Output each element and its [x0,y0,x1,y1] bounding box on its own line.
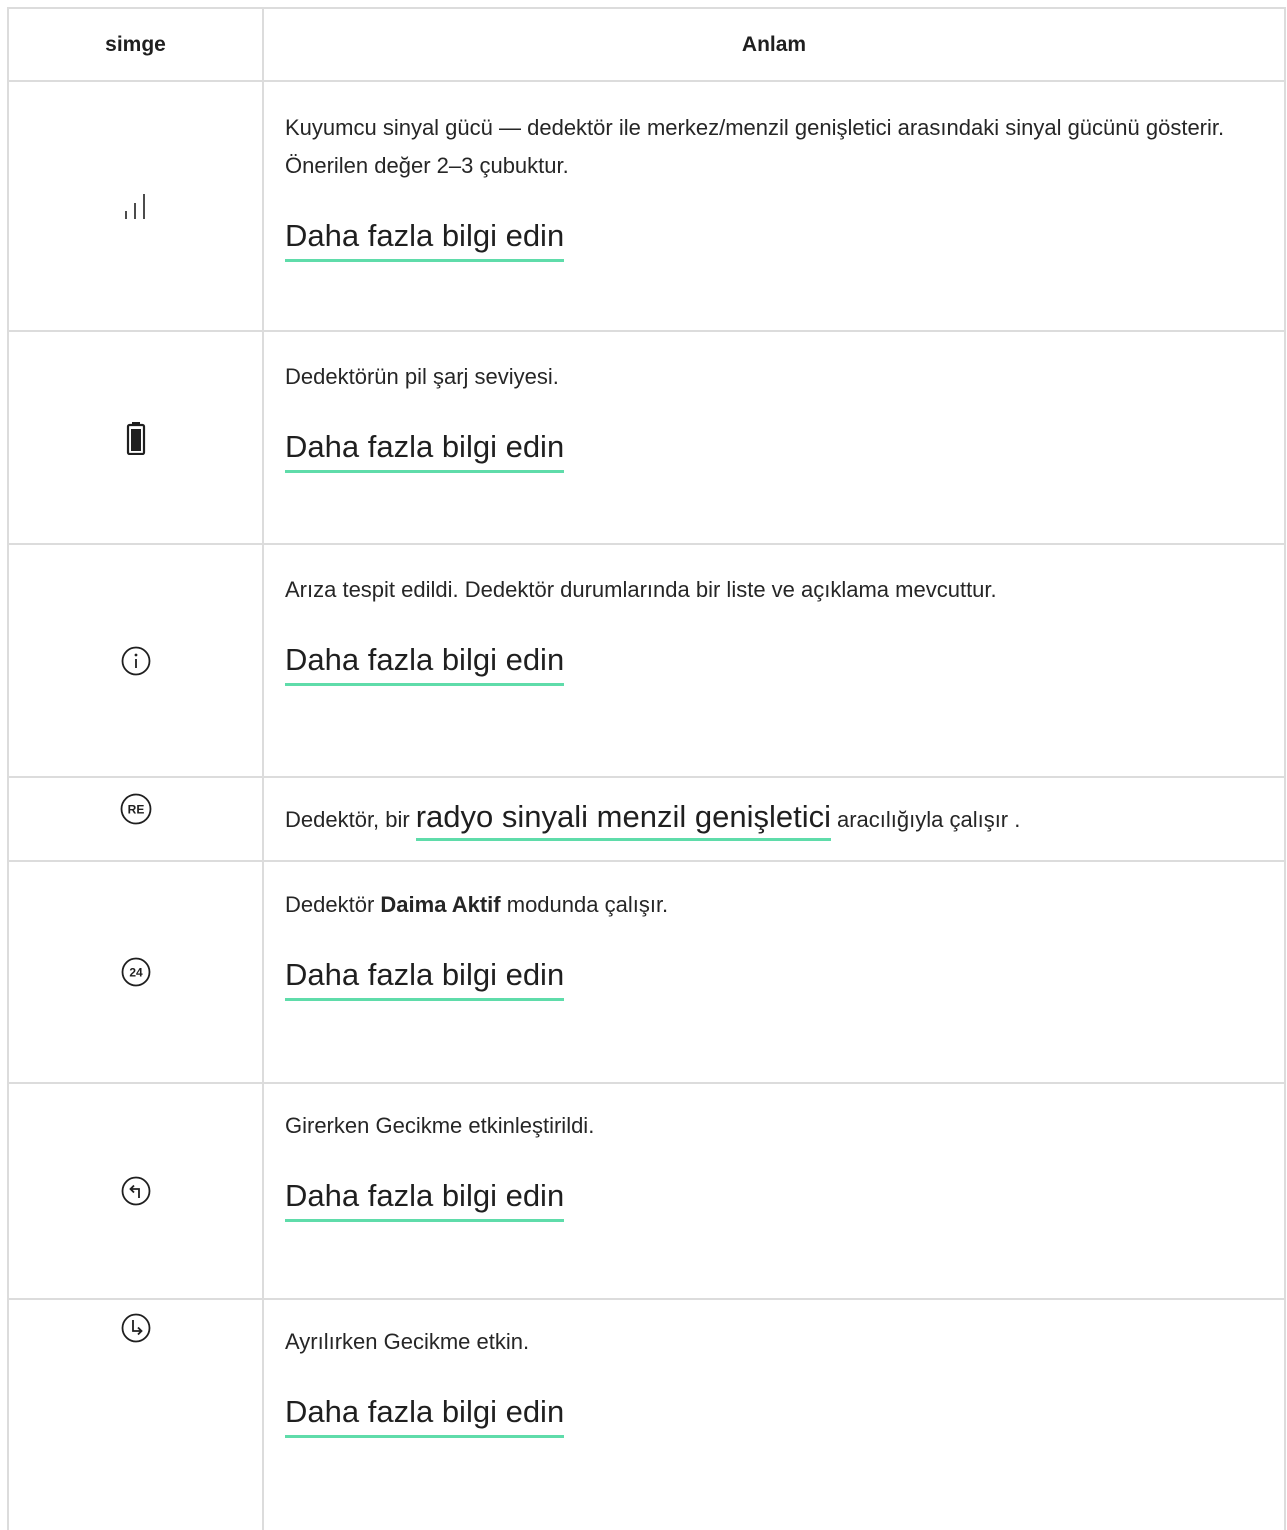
always-active-label: 24 [129,966,143,980]
re-icon: RE [119,792,153,826]
header-icon-column: simge [9,9,264,80]
row-description-after: modunda çalışır. [506,892,669,917]
table-row: Kuyumcu sinyal gücü — dedektör ile merke… [9,82,1286,332]
row-description: Dedektör, bir radyo sinyali menzil genişl… [285,798,1264,841]
info-icon [120,645,152,677]
range-extender-link[interactable]: radyo sinyali menzil genişletici [415,798,831,841]
icon-cell [9,82,264,330]
row-description: Kuyumcu sinyal gücü — dedektör ile merke… [285,115,1225,178]
icon-cell: RE [9,778,264,860]
table-row: Ayrılırken Gecikme etkin. Daha fazla bil… [9,1300,1286,1530]
meaning-cell: Dedektör Daima Aktif modunda çalışır. Da… [264,862,1286,1082]
status-icons-table: simge Anlam Kuyumcu sinyal gücü — dedekt… [7,7,1286,1530]
learn-more-link[interactable]: Daha fazla bilgi edin [285,428,565,473]
icon-cell [9,1084,264,1298]
icon-cell [9,332,264,543]
always-active-24-icon: 24 [120,956,152,988]
meaning-cell: Dedektör, bir radyo sinyali menzil genişl… [264,778,1286,860]
learn-more-link[interactable]: Daha fazla bilgi edin [285,217,565,262]
header-meaning-column: Anlam [264,9,1286,80]
row-description: Dedektör Daima Aktif modunda çalışır. [285,886,1264,924]
table-row: Arıza tespit edildi. Dedektör durumların… [9,545,1286,778]
exit-delay-icon [120,1312,152,1344]
table-row: 24 Dedektör Daima Aktif modunda çalışır.… [9,862,1286,1084]
icon-cell [9,545,264,776]
table-row: Dedektörün pil şarj seviyesi. Daha fazla… [9,332,1286,545]
learn-more-link[interactable]: Daha fazla bilgi edin [285,1177,565,1222]
battery-icon [126,421,146,455]
row-description: Dedektörün pil şarj seviyesi. [285,364,559,389]
row-description-before: Dedektör, bir [285,807,410,832]
table-header: simge Anlam [9,9,1286,82]
row-description: Arıza tespit edildi. Dedektör durumların… [285,577,997,602]
icon-cell: 24 [9,862,264,1082]
re-icon-label: RE [127,803,144,817]
entry-delay-icon [120,1175,152,1207]
row-description: Ayrılırken Gecikme etkin. [285,1329,530,1354]
table-row: Girerken Gecikme etkinleştirildi. Daha f… [9,1084,1286,1300]
meaning-cell: Kuyumcu sinyal gücü — dedektör ile merke… [264,82,1286,330]
meaning-cell: Ayrılırken Gecikme etkin. Daha fazla bil… [264,1300,1286,1530]
row-description-before: Dedektör [285,892,375,917]
learn-more-link[interactable]: Daha fazla bilgi edin [285,641,565,686]
meaning-cell: Dedektörün pil şarj seviyesi. Daha fazla… [264,332,1286,543]
row-description-after: aracılığıyla çalışır . [836,807,1021,832]
learn-more-link[interactable]: Daha fazla bilgi edin [285,956,565,1001]
table-row: RE Dedektör, bir radyo sinyali menzil gen… [9,778,1286,862]
meaning-cell: Girerken Gecikme etkinleştirildi. Daha f… [264,1084,1286,1298]
always-active-mode: Daima Aktif [380,892,501,917]
meaning-cell: Arıza tespit edildi. Dedektör durumların… [264,545,1286,776]
signal-strength-icon [121,191,151,221]
learn-more-link[interactable]: Daha fazla bilgi edin [285,1393,565,1438]
icon-cell [9,1300,264,1530]
row-description: Girerken Gecikme etkinleştirildi. [285,1113,595,1138]
